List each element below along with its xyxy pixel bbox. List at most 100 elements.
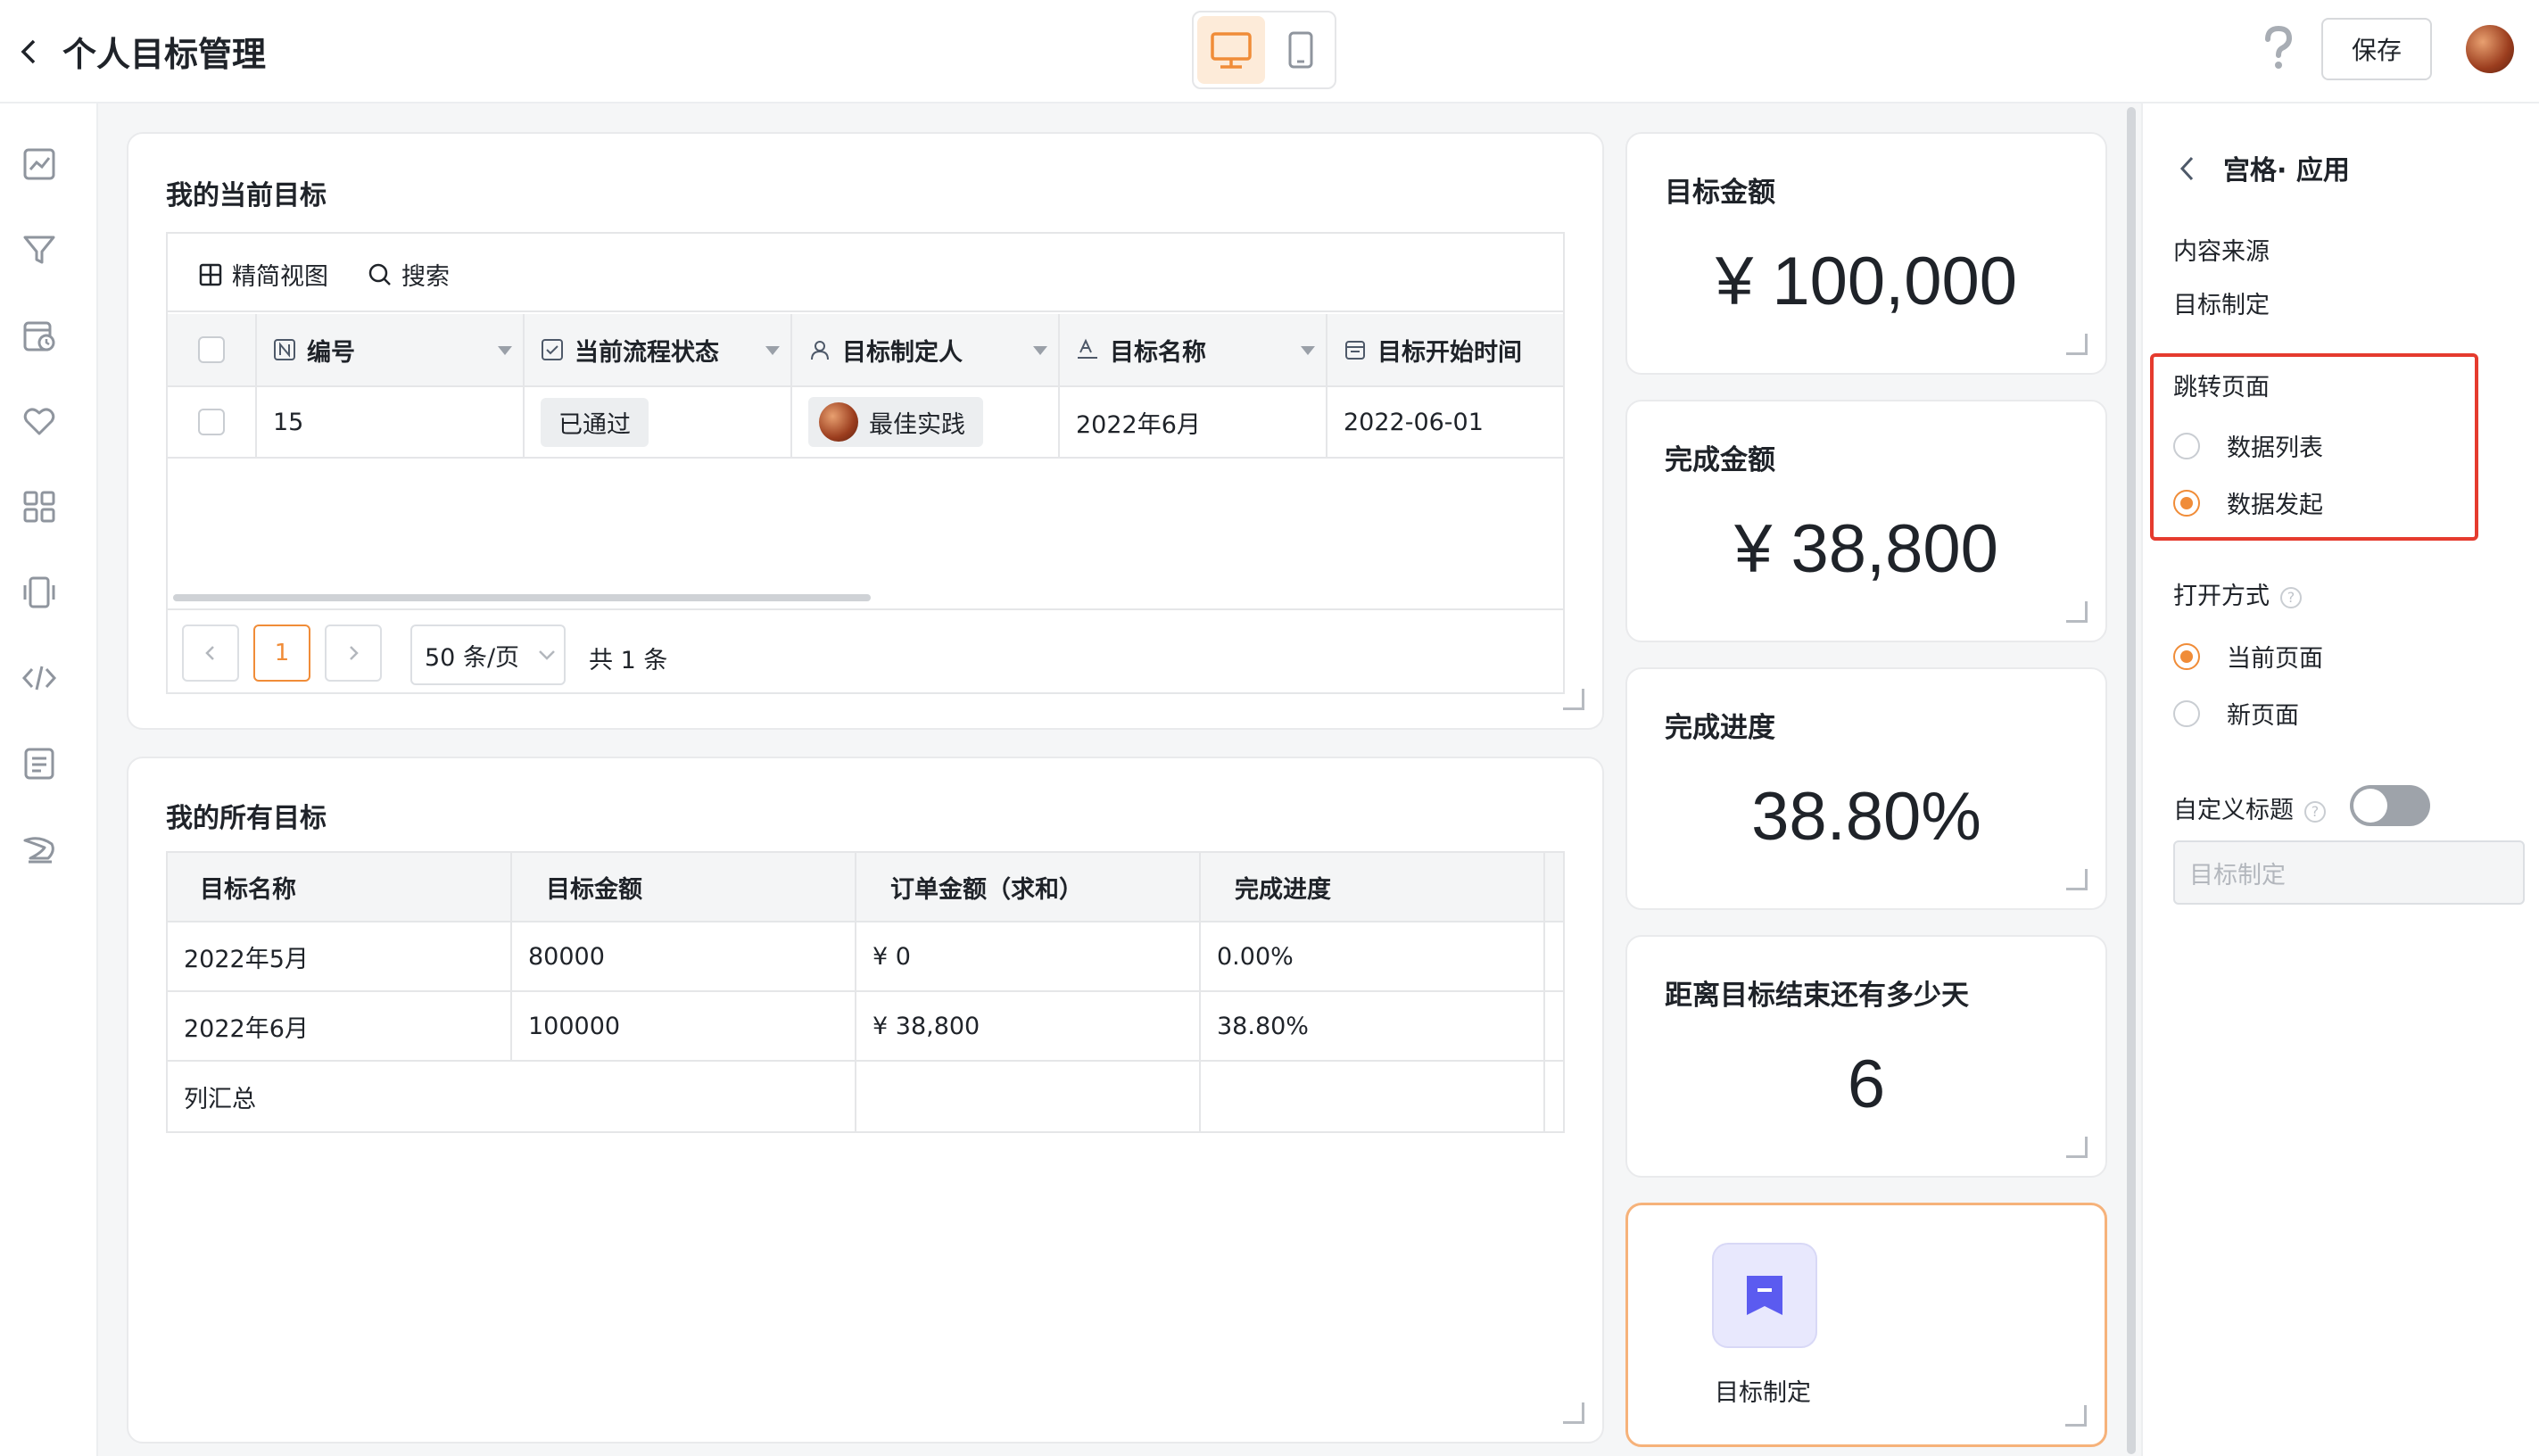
card-title: 我的所有目标 <box>166 803 327 834</box>
summary-label: 列汇总 <box>168 1062 856 1131</box>
jump-option-data-submit[interactable]: 数据发起 <box>2173 485 2323 520</box>
search-button[interactable]: 搜索 <box>368 257 450 292</box>
open-option-new[interactable]: 新页面 <box>2173 696 2299 731</box>
resize-handle[interactable] <box>2066 869 2088 890</box>
heart-icon[interactable] <box>18 400 61 443</box>
goal-setting-shortcut-card[interactable]: 目标制定 <box>1625 1203 2107 1447</box>
device-switcher <box>1192 11 1336 89</box>
column-header-id[interactable]: 编号 <box>257 314 525 385</box>
table-row[interactable]: 2022年5月 80000 ¥ 0 0.00% <box>168 922 1563 992</box>
select-all-checkbox[interactable] <box>198 336 225 363</box>
prev-page-button[interactable] <box>182 625 239 682</box>
code-icon[interactable] <box>18 657 61 699</box>
current-goals-card[interactable]: 我的当前目标 精简视图 搜索 编号 当前流程状态 目标制定人 目标名称 目标开始… <box>127 132 1604 730</box>
top-bar: 个人目标管理 保存 <box>0 0 2539 103</box>
vertical-scrollbar[interactable] <box>2127 107 2136 1454</box>
resize-handle[interactable] <box>2066 601 2088 623</box>
total-count: 共 1 条 <box>589 647 668 674</box>
cell: ¥ 0 <box>856 922 1201 990</box>
question-icon[interactable]: ? <box>2304 800 2326 823</box>
column-header: 目标名称 <box>168 853 512 921</box>
radio-button[interactable] <box>2173 699 2200 727</box>
owner-tag: 最佳实践 <box>808 397 983 447</box>
chart-icon[interactable] <box>18 143 61 186</box>
table-header: 编号 当前流程状态 目标制定人 目标名称 目标开始时间 <box>168 314 1563 387</box>
jump-option-data-list[interactable]: 数据列表 <box>2173 428 2323 463</box>
cell: 80000 <box>512 922 856 990</box>
date-field-icon <box>1345 341 1365 360</box>
column-header-owner[interactable]: 目标制定人 <box>792 314 1060 385</box>
column-label: 目标制定人 <box>842 338 963 367</box>
horizontal-scrollbar[interactable] <box>173 594 871 601</box>
filter-icon[interactable] <box>18 228 61 271</box>
cell-status: 已通过 <box>525 387 792 457</box>
sort-caret-icon[interactable] <box>1033 346 1047 355</box>
days-left-card[interactable]: 距离目标结束还有多少天 6 <box>1625 935 2107 1178</box>
open-option-current[interactable]: 当前页面 <box>2173 639 2323 674</box>
question-icon[interactable]: ? <box>2280 586 2302 608</box>
cell-start: 2022-06-01 <box>1344 408 1484 436</box>
feather-icon[interactable] <box>18 828 61 871</box>
shortcut-label: 目标制定 <box>1715 1379 1811 1407</box>
save-button[interactable]: 保存 <box>2321 18 2432 80</box>
simple-view-button[interactable]: 精简视图 <box>198 257 328 292</box>
cell: 100000 <box>512 992 856 1060</box>
custom-title-text: 自定义标题 <box>2173 797 2294 824</box>
back-icon[interactable] <box>2177 153 2198 187</box>
form-icon[interactable] <box>1712 1243 1817 1348</box>
all-goals-card[interactable]: 我的所有目标 目标名称 目标金额 订单金额（求和） 完成进度 2022年5月 8… <box>127 757 1604 1444</box>
avatar <box>819 402 858 442</box>
back-icon[interactable] <box>16 34 43 70</box>
sort-caret-icon[interactable] <box>1301 346 1315 355</box>
checkbox-field-icon <box>542 339 563 360</box>
document-icon[interactable] <box>18 742 61 785</box>
resize-handle[interactable] <box>2066 1137 2088 1158</box>
grid-icon[interactable] <box>18 485 61 528</box>
mobile-view-button[interactable] <box>1267 16 1335 84</box>
radio-label: 当前页面 <box>2227 645 2323 673</box>
radio-button[interactable] <box>2173 642 2200 670</box>
resize-handle[interactable] <box>1563 689 1584 710</box>
calendar-icon[interactable] <box>18 314 61 357</box>
progress-card[interactable]: 完成进度 38.80% <box>1625 667 2107 910</box>
column-header-start[interactable]: 目标开始时间 <box>1327 314 1551 385</box>
jump-label: 跳转页面 <box>2173 374 2270 401</box>
resize-handle[interactable] <box>2066 334 2088 355</box>
radio-button[interactable] <box>2173 432 2200 459</box>
cell <box>856 1062 1201 1131</box>
column-label: 目标开始时间 <box>1377 338 1522 367</box>
cell-owner: 最佳实践 <box>792 387 1060 457</box>
resize-handle[interactable] <box>1563 1402 1584 1424</box>
number-field-icon <box>274 339 295 360</box>
metric-title: 距离目标结束还有多少天 <box>1665 980 1969 1012</box>
source-label: 内容来源 <box>2173 238 2270 266</box>
column-header: 完成进度 <box>1201 853 1545 921</box>
custom-title-toggle[interactable] <box>2350 785 2430 826</box>
design-canvas: 我的当前目标 精简视图 搜索 编号 当前流程状态 目标制定人 目标名称 目标开始… <box>98 103 2134 1456</box>
sort-caret-icon[interactable] <box>498 346 512 355</box>
open-mode-text: 打开方式 <box>2173 583 2270 610</box>
column-label: 当前流程状态 <box>575 338 719 367</box>
table-row[interactable]: 15 已通过 最佳实践 2022年6月 2022-06-01 <box>168 387 1563 459</box>
page-size-select[interactable]: 50 条/页 <box>410 625 566 685</box>
target-amount-card[interactable]: 目标金额 ¥ 100,000 <box>1625 132 2107 375</box>
mobile-icon[interactable] <box>18 571 61 614</box>
properties-panel: 宫格· 应用 内容来源 目标制定 跳转页面 数据列表 数据发起 打开方式? 当前… <box>2141 103 2539 1456</box>
page-number-button[interactable]: 1 <box>253 625 310 682</box>
radio-button[interactable] <box>2173 489 2200 517</box>
avatar[interactable] <box>2466 25 2514 73</box>
custom-title-input[interactable]: 目标制定 <box>2173 840 2525 905</box>
column-header-name[interactable]: 目标名称 <box>1060 314 1327 385</box>
sort-caret-icon[interactable] <box>765 346 780 355</box>
table-row[interactable]: 2022年6月 100000 ¥ 38,800 38.80% <box>168 992 1563 1062</box>
row-checkbox[interactable] <box>198 409 225 435</box>
next-page-button[interactable] <box>325 625 382 682</box>
column-header-status[interactable]: 当前流程状态 <box>525 314 792 385</box>
table-header: 目标名称 目标金额 订单金额（求和） 完成进度 <box>168 853 1563 922</box>
completed-amount-card[interactable]: 完成金额 ¥ 38,800 <box>1625 400 2107 642</box>
resize-handle[interactable] <box>2065 1405 2087 1427</box>
desktop-view-button[interactable] <box>1197 16 1265 84</box>
header-checkbox-cell <box>168 314 257 385</box>
help-icon[interactable] <box>2261 25 2296 71</box>
column-label: 编号 <box>307 338 355 367</box>
